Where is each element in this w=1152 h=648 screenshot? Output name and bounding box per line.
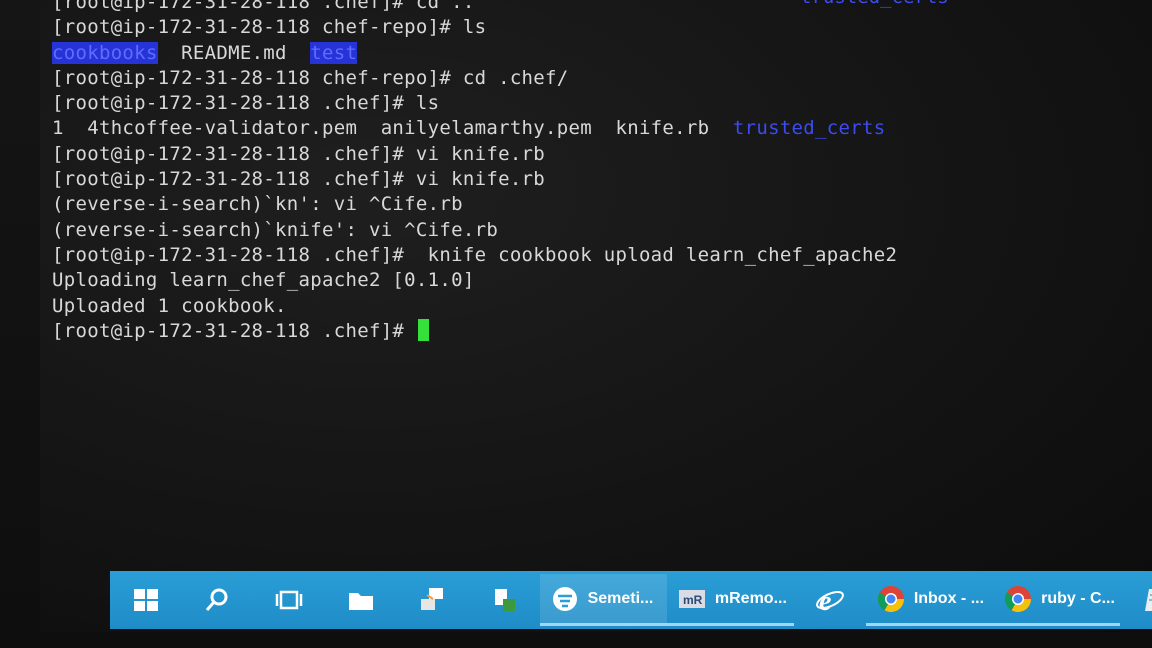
notepad-button[interactable] [1120, 574, 1152, 626]
terminal-line: [root@ip-172-31-28-118 .chef]# vi knife.… [52, 167, 1142, 192]
svg-text:e: e [819, 586, 831, 615]
terminal-line: [root@ip-172-31-28-118 .chef]# vi knife.… [52, 142, 1142, 167]
semeti-app-icon [552, 586, 577, 611]
terminal-window[interactable]: [root@ip-172-31-28-118 .chef]# cd .. [roo… [52, 0, 1142, 565]
directory-name: trusted_certs [732, 117, 886, 140]
notepad-icon [1145, 589, 1152, 611]
task-view-button[interactable] [253, 574, 325, 626]
app-chrome-ruby-label: ruby - C... [1041, 589, 1115, 607]
terminal-text: Uploading learn_chef_apache2 [0.1.0] [52, 269, 475, 292]
monitor-bezel: [root@ip-172-31-28-118 .chef]# cd .. [roo… [0, 0, 1152, 648]
remote-desktop-button[interactable] [396, 574, 468, 626]
terminal-text: [root@ip-172-31-28-118 .chef]# cd .. [52, 0, 475, 13]
terminal-text: [root@ip-172-31-28-118 chef-repo]# ls [52, 16, 487, 39]
task-view-icon [275, 590, 303, 610]
terminal-line: cookbooks README.md test [52, 41, 1142, 66]
terminal-line: Uploading learn_chef_apache2 [0.1.0] [52, 268, 1142, 293]
terminal-output: [root@ip-172-31-28-118 .chef]# cd .. [roo… [52, 0, 1142, 344]
screen: [root@ip-172-31-28-118 .chef]# cd .. [roo… [40, 0, 1152, 632]
terminal-cursor [417, 318, 429, 341]
internet-explorer-icon: e [816, 586, 844, 615]
terminal-line: (reverse-i-search)`knife': vi ^Cife.rb [52, 218, 1142, 243]
terminal-text: [root@ip-172-31-28-118 .chef]# knife coo… [52, 243, 898, 266]
terminal-line: [root@ip-172-31-28-118 .chef]# cd .. [52, 0, 1142, 15]
file-explorer-button[interactable] [325, 574, 397, 626]
terminal-line: [root@ip-172-31-28-118 chef-repo]# cd .c… [52, 66, 1142, 91]
app-chrome-inbox-label: Inbox - ... [913, 589, 985, 607]
directory-name: trusted_certs [800, 0, 949, 8]
app-semeti-label: Semeti... [587, 589, 654, 607]
chrome-icon [1005, 585, 1032, 612]
terminal-text: [root@ip-172-31-28-118 .chef]# [52, 319, 416, 342]
terminal-line: 1 4thcoffee-validator.pem anilyelamarthy… [52, 116, 1142, 141]
svg-text:mR: mR [683, 593, 703, 607]
terminal-text: [root@ip-172-31-28-118 .chef]# vi knife.… [52, 142, 546, 165]
terminal-text: (reverse-i-search)`kn': vi ^Cife.rb [52, 193, 463, 216]
internet-explorer-button[interactable]: e [794, 574, 866, 626]
chrome-icon [877, 585, 904, 612]
terminal-text: [root@ip-172-31-28-118 .chef]# ls [52, 92, 440, 115]
file-explorer-icon [348, 593, 373, 610]
terminal-line: [root@ip-172-31-28-118 .chef]# knife coo… [52, 243, 1142, 268]
app-chrome-inbox[interactable]: Inbox - ... [865, 574, 994, 626]
terminal-text: README.md [157, 41, 311, 64]
remote-desktop-icon [421, 588, 444, 610]
app-mremote[interactable]: mR mRemo... [666, 574, 795, 626]
terminal-text: 1 4thcoffee-validator.pem anilyelamarthy… [52, 117, 733, 140]
directory-name: test [310, 41, 358, 64]
search-button[interactable] [182, 574, 254, 626]
terminal-line: (reverse-i-search)`kn': vi ^Cife.rb [52, 192, 1142, 217]
app-mremote-label: mRemo... [714, 589, 787, 607]
terminal-line: [root@ip-172-31-28-118 .chef]# ls [52, 91, 1142, 116]
terminal-line: Uploaded 1 cookbook. [52, 294, 1142, 319]
terminal-text: [root@ip-172-31-28-118 chef-repo]# cd .c… [52, 66, 569, 89]
taskbar: Semeti... mR mRemo... e Inbox - ... ruby… [110, 571, 1152, 629]
terminal-line: [root@ip-172-31-28-118 chef-repo]# ls [52, 15, 1142, 40]
terminal-text: [root@ip-172-31-28-118 .chef]# vi knife.… [52, 168, 546, 191]
terminal-text: (reverse-i-search)`knife': vi ^Cife.rb [52, 218, 499, 241]
mremote-app-icon: mR [678, 589, 705, 608]
directory-name: cookbooks [52, 41, 158, 64]
app-chrome-ruby[interactable]: ruby - C... [993, 574, 1121, 626]
network-tool-icon [494, 589, 515, 611]
windows-start-icon [133, 589, 158, 611]
search-icon [206, 588, 228, 611]
network-tool-button[interactable] [468, 574, 540, 626]
start-button[interactable] [110, 574, 182, 626]
app-semeti[interactable]: Semeti... [539, 574, 667, 626]
terminal-line: [root@ip-172-31-28-118 .chef]# [52, 318, 1142, 344]
terminal-text: Uploaded 1 cookbook. [52, 294, 287, 317]
